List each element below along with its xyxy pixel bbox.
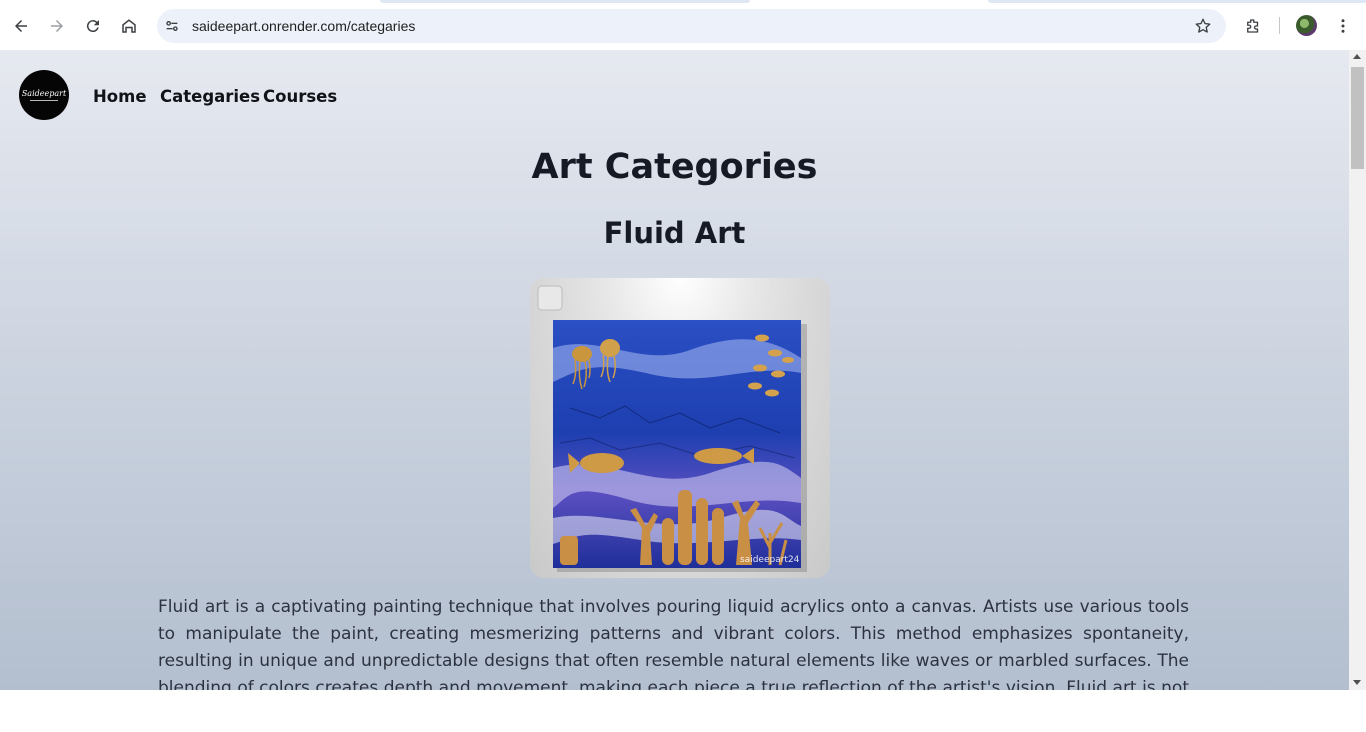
nav-link-courses[interactable]: Courses <box>263 87 337 106</box>
site-logo[interactable]: Saideepart <box>19 70 69 120</box>
reload-icon <box>86 20 99 33</box>
bookmark-star-icon[interactable] <box>1194 17 1212 35</box>
artwork-watermark: saideepart24 <box>740 555 800 565</box>
extensions-button[interactable] <box>1240 13 1266 39</box>
nav-link-home[interactable]: Home <box>93 87 147 106</box>
logo-underline <box>30 100 58 101</box>
forward-button[interactable] <box>44 13 70 39</box>
profile-avatar[interactable] <box>1296 15 1317 36</box>
fluid-art-image: saideepart24 <box>530 278 830 578</box>
page-viewport: Saideepart Home Categaries Courses Art C… <box>0 50 1349 690</box>
tab-strip-edge <box>988 0 1366 3</box>
home-icon <box>122 19 136 33</box>
tab-strip-edge <box>380 0 750 3</box>
page-scrollbar[interactable] <box>1349 50 1366 690</box>
site-info-icon[interactable] <box>163 17 181 35</box>
more-menu-icon <box>1341 19 1345 33</box>
toolbar-separator <box>1279 17 1280 34</box>
scrollbar-thumb[interactable] <box>1351 67 1364 169</box>
more-menu-button[interactable] <box>1330 13 1356 39</box>
address-bar[interactable]: saideepart.onrender.com/categaries <box>157 9 1226 43</box>
logo-text: Saideepart <box>21 89 67 98</box>
scroll-down-arrow-icon[interactable] <box>1353 680 1361 685</box>
scroll-up-arrow-icon[interactable] <box>1353 54 1361 59</box>
section-title: Fluid Art <box>603 216 746 250</box>
forward-arrow-icon <box>51 20 63 32</box>
page-title: Art Categories <box>531 147 818 187</box>
category-description: Fluid art is a captivating painting tech… <box>158 597 1189 690</box>
back-button[interactable] <box>8 13 34 39</box>
nav-link-categaries[interactable]: Categaries <box>160 87 260 106</box>
window-bottom-edge <box>0 690 1366 732</box>
back-arrow-icon <box>15 20 27 32</box>
url-text[interactable]: saideepart.onrender.com/categaries <box>192 18 415 34</box>
reload-button[interactable] <box>80 13 106 39</box>
home-button[interactable] <box>116 13 142 39</box>
browser-toolbar: saideepart.onrender.com/categaries <box>0 0 1366 50</box>
extensions-icon <box>1247 19 1259 33</box>
